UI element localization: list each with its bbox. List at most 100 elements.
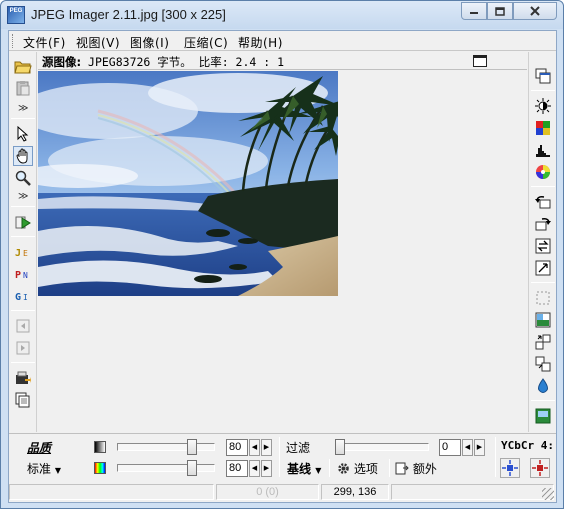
filter-slider[interactable] — [335, 443, 429, 451]
image-canvas[interactable] — [38, 71, 527, 432]
color-quality-value-input[interactable]: 80 — [226, 460, 248, 477]
resize-grip[interactable] — [542, 488, 554, 500]
water-drop-button[interactable] — [533, 376, 553, 396]
zoom-tool-button[interactable] — [13, 168, 33, 188]
quality-value-input[interactable]: 80 — [226, 439, 248, 456]
copy-icon — [15, 392, 30, 408]
next-icon — [16, 341, 30, 355]
toolbar-separator — [531, 186, 555, 187]
info-window-button[interactable] — [473, 55, 487, 67]
compress-run-button[interactable] — [13, 212, 33, 232]
select-tool-button[interactable] — [13, 124, 33, 144]
color-palette-icon — [536, 121, 550, 135]
expand-chevron-icon[interactable]: ≫ — [18, 192, 28, 202]
menu-bar: 文件(F) 视图(V) 图像(I) 压缩(C) 帮助(H) — [9, 31, 556, 51]
color-quality-slider-thumb[interactable] — [187, 460, 197, 476]
resize-icon — [535, 334, 551, 350]
image-button[interactable] — [533, 406, 553, 426]
zoom-magnifier-icon — [15, 170, 31, 186]
color-wheel-button[interactable] — [533, 162, 553, 182]
paste-button[interactable] — [13, 78, 33, 98]
menu-help[interactable]: 帮助(H) — [238, 34, 283, 51]
pan-tool-button[interactable] — [13, 146, 33, 166]
color-wheel-icon — [536, 165, 550, 179]
status-cell-2: 0 (0) — [216, 484, 319, 500]
rotate-left-button[interactable] — [533, 192, 553, 212]
quality-slider-thumb[interactable] — [187, 439, 197, 455]
quality-slider[interactable] — [117, 443, 215, 451]
transform-button[interactable] — [533, 258, 553, 278]
source-image — [38, 71, 338, 296]
open-folder-icon — [14, 61, 32, 74]
image-icon — [535, 408, 551, 424]
color-swatch-icon — [94, 462, 106, 474]
filter-decrement-button[interactable]: ◀ — [462, 439, 473, 456]
color-quality-slider[interactable] — [117, 464, 215, 472]
color-quality-increment-button[interactable]: ▶ — [261, 460, 272, 477]
chevron-down-icon: ▼ — [315, 466, 322, 475]
resize-button[interactable] — [533, 332, 553, 352]
copy-button[interactable] — [13, 390, 33, 410]
selection-icon — [536, 291, 550, 305]
crop-button[interactable] — [533, 354, 553, 374]
mode-dropdown[interactable]: 标准 ▼ — [27, 460, 61, 477]
grayscale-swatch-icon — [94, 441, 106, 453]
ycbcr-subsample-button-1[interactable] — [500, 458, 520, 478]
histogram-button[interactable] — [533, 140, 553, 160]
expand-chevron-icon[interactable]: ≫ — [18, 104, 28, 114]
quality-increment-button[interactable]: ▶ — [261, 439, 272, 456]
svg-text:I: I — [23, 293, 28, 302]
minimize-button[interactable] — [461, 2, 487, 20]
jpeg-format-icon: JE — [15, 248, 28, 259]
menu-compress[interactable]: 压缩(C) — [184, 34, 228, 51]
extra-button[interactable]: 额外 — [395, 460, 437, 477]
flip-button[interactable] — [533, 236, 553, 256]
source-info-text: JPEG83726 字节。 比率: 2.4 : 1 — [81, 55, 285, 69]
new-window-button[interactable] — [533, 66, 553, 86]
app-icon[interactable]: PEG — [7, 6, 25, 24]
source-info: 源图像: JPEG83726 字节。 比率: 2.4 : 1 — [42, 54, 284, 70]
source-info-bar: 源图像: JPEG83726 字节。 比率: 2.4 : 1 — [38, 52, 527, 70]
next-button[interactable] — [13, 338, 33, 358]
title-bar[interactable]: PEG JPEG Imager 2.11.jpg [300 x 225] — [1, 1, 563, 29]
ycbcr-subsample-button-2[interactable] — [530, 458, 550, 478]
menu-view[interactable]: 视图(V) — [76, 34, 120, 51]
new-window-icon — [535, 68, 551, 84]
app-window: PEG JPEG Imager 2.11.jpg [300 x 225] 文件(… — [0, 0, 564, 509]
filter-increment-button[interactable]: ▶ — [474, 439, 485, 456]
close-button[interactable] — [513, 2, 557, 20]
gif-format-button[interactable]: GI — [13, 286, 33, 306]
select-arrow-icon — [17, 126, 29, 142]
options-button[interactable]: 选项 — [337, 460, 378, 477]
status-cell-4 — [391, 484, 554, 500]
export-button[interactable] — [13, 368, 33, 388]
menu-file[interactable]: 文件(F) — [23, 34, 66, 51]
maximize-button[interactable] — [487, 2, 513, 20]
filter-slider-thumb[interactable] — [335, 439, 345, 455]
filter-value-input[interactable]: 0 — [439, 439, 461, 456]
panel-separator — [495, 437, 496, 477]
caption-buttons — [461, 2, 557, 22]
rotate-right-button[interactable] — [533, 214, 553, 234]
jpeg-format-button[interactable]: JE — [13, 242, 33, 262]
baseline-dropdown[interactable]: 基线 ▼ — [287, 460, 321, 477]
quality-decrement-button[interactable]: ◀ — [249, 439, 260, 456]
brightness-icon — [535, 98, 551, 114]
svg-text:J: J — [15, 248, 21, 259]
color-quality-decrement-button[interactable]: ◀ — [249, 460, 260, 477]
transform-icon — [535, 260, 551, 276]
menu-grip[interactable] — [12, 34, 15, 48]
status-bar: 0 (0) 299, 136 — [9, 482, 556, 502]
gear-icon — [338, 463, 349, 474]
color-palette-button[interactable] — [533, 118, 553, 138]
effects-button[interactable] — [533, 310, 553, 330]
png-format-button[interactable]: PN — [13, 264, 33, 284]
extra-label: 额外 — [412, 462, 437, 476]
minimize-icon — [470, 12, 478, 14]
menu-image[interactable]: 图像(I) — [130, 34, 169, 51]
brightness-button[interactable] — [533, 96, 553, 116]
selection-button[interactable] — [533, 288, 553, 308]
open-button[interactable] — [13, 56, 33, 76]
prev-button[interactable] — [13, 316, 33, 336]
mode-label: 标准 — [27, 462, 52, 476]
